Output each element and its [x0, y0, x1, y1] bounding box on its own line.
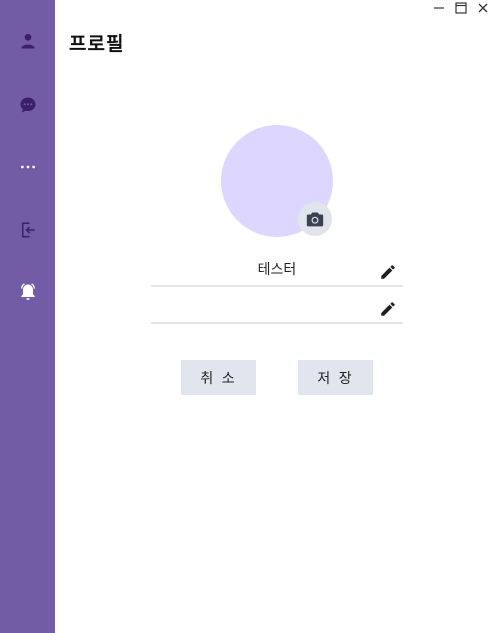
user-icon [21, 33, 35, 49]
sidebar [0, 0, 55, 633]
bell-icon [21, 283, 35, 300]
edit-status-button[interactable] [378, 299, 398, 319]
close-button[interactable] [474, 1, 492, 15]
save-button[interactable]: 저 장 [298, 360, 373, 395]
edit-name-button[interactable] [378, 262, 398, 282]
sidebar-item-more[interactable] [13, 152, 43, 182]
chat-bubble-icon [20, 97, 36, 113]
name-input[interactable] [151, 259, 403, 279]
minimize-button[interactable] [430, 1, 448, 15]
close-icon [478, 3, 488, 13]
status-message-field [151, 296, 403, 324]
pencil-icon [381, 302, 395, 316]
window-controls [430, 1, 492, 15]
minimize-icon [434, 7, 444, 9]
camera-icon [306, 212, 324, 227]
sidebar-item-chat[interactable] [13, 90, 43, 120]
name-field [151, 259, 403, 287]
more-icon [21, 165, 35, 169]
logout-icon [22, 222, 35, 238]
sidebar-item-notifications[interactable] [13, 277, 43, 307]
status-message-input[interactable] [151, 296, 403, 316]
sidebar-item-logout[interactable] [13, 215, 43, 245]
pencil-icon [381, 265, 395, 279]
change-photo-button[interactable] [298, 202, 332, 236]
maximize-button[interactable] [452, 1, 470, 15]
sidebar-item-profile[interactable] [13, 26, 43, 56]
maximize-icon [455, 2, 467, 14]
cancel-button[interactable]: 취 소 [181, 360, 256, 395]
page-title: 프로필 [69, 33, 125, 55]
